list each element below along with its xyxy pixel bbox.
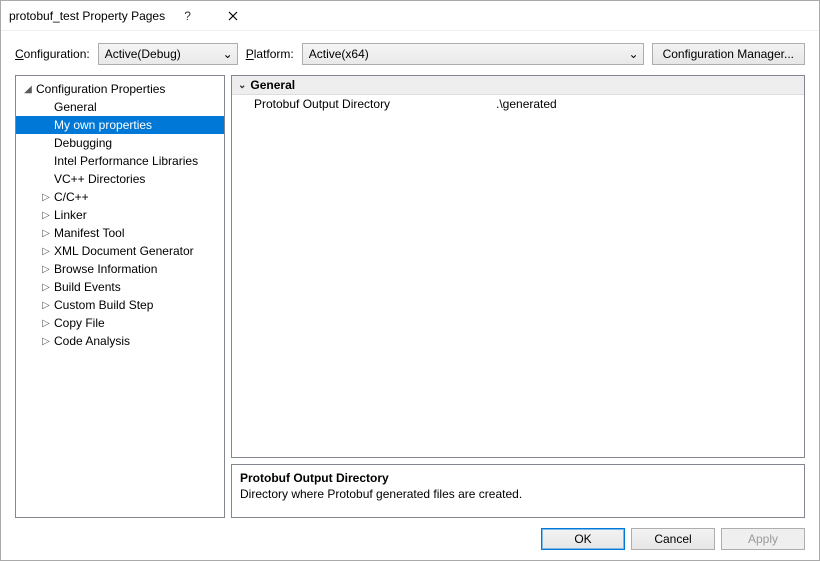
close-button[interactable]: [210, 1, 255, 31]
tree-item-debugging[interactable]: Debugging: [16, 134, 224, 152]
tree-item-my-own-properties[interactable]: My own properties: [16, 116, 224, 134]
property-row[interactable]: Protobuf Output Directory .\generated: [232, 95, 804, 113]
expander-icon[interactable]: ▷: [40, 282, 52, 293]
tree-item-label: Copy File: [54, 316, 105, 330]
chevron-down-icon: ⌄: [238, 80, 246, 91]
tree-item-vc-dirs[interactable]: VC++ Directories: [16, 170, 224, 188]
property-group-label: General: [250, 78, 295, 92]
tree-item-label: General: [54, 100, 97, 114]
configuration-combo[interactable]: Active(Debug) ⌄: [98, 43, 238, 65]
help-button[interactable]: ?: [165, 1, 210, 31]
tree-item-label: Custom Build Step: [54, 298, 153, 312]
configuration-label: Configuration:: [15, 47, 90, 61]
dialog-buttons: OK Cancel Apply: [15, 528, 805, 550]
configuration-manager-button[interactable]: Configuration Manager...: [652, 43, 805, 65]
platform-value: Active(x64): [309, 47, 369, 61]
tree-root-label: Configuration Properties: [36, 82, 165, 96]
expander-icon[interactable]: ▷: [40, 264, 52, 275]
tree-item-browse[interactable]: ▷Browse Information: [16, 260, 224, 278]
cancel-button[interactable]: Cancel: [631, 528, 715, 550]
tree-item-build-events[interactable]: ▷Build Events: [16, 278, 224, 296]
tree-item-label: Build Events: [54, 280, 121, 294]
tree-item-linker[interactable]: ▷Linker: [16, 206, 224, 224]
tree-item-label: Manifest Tool: [54, 226, 124, 240]
description-pane: Protobuf Output Directory Directory wher…: [231, 464, 805, 518]
platform-combo[interactable]: Active(x64) ⌄: [302, 43, 644, 65]
tree-item-label: Browse Information: [54, 262, 157, 276]
expander-icon[interactable]: ◢: [22, 84, 34, 95]
tree-item-copy-file[interactable]: ▷Copy File: [16, 314, 224, 332]
tree-item-intel-libs[interactable]: Intel Performance Libraries: [16, 152, 224, 170]
tree-item-label: Linker: [54, 208, 87, 222]
expander-icon[interactable]: ▷: [40, 228, 52, 239]
chevron-down-icon: ⌄: [629, 47, 639, 61]
tree-item-xmldoc[interactable]: ▷XML Document Generator: [16, 242, 224, 260]
tree-item-label: Debugging: [54, 136, 112, 150]
titlebar: protobuf_test Property Pages ?: [1, 1, 819, 31]
tree-root-item[interactable]: ◢ Configuration Properties: [16, 80, 224, 98]
tree-item-label: Intel Performance Libraries: [54, 154, 198, 168]
property-grid: ⌄ General Protobuf Output Directory .\ge…: [231, 75, 805, 458]
tree-item-label: VC++ Directories: [54, 172, 145, 186]
close-icon: [228, 11, 238, 21]
expander-icon[interactable]: ▷: [40, 336, 52, 347]
platform-label: Platform:: [246, 47, 294, 61]
config-toolbar: Configuration: Active(Debug) ⌄ Platform:…: [15, 43, 805, 65]
expander-icon[interactable]: ▷: [40, 210, 52, 221]
tree-item-custom-build[interactable]: ▷Custom Build Step: [16, 296, 224, 314]
property-group-header[interactable]: ⌄ General: [232, 76, 804, 95]
tree-item-manifest[interactable]: ▷Manifest Tool: [16, 224, 224, 242]
expander-icon[interactable]: ▷: [40, 300, 52, 311]
chevron-down-icon: ⌄: [223, 47, 233, 61]
tree-item-label: My own properties: [54, 118, 152, 132]
expander-icon[interactable]: ▷: [40, 246, 52, 257]
expander-icon[interactable]: ▷: [40, 318, 52, 329]
tree-item-label: XML Document Generator: [54, 244, 194, 258]
tree-pane: ◢ Configuration Properties General My ow…: [15, 75, 225, 518]
description-title: Protobuf Output Directory: [240, 471, 796, 485]
configuration-value: Active(Debug): [105, 47, 181, 61]
property-value[interactable]: .\generated: [492, 97, 804, 111]
window-title: protobuf_test Property Pages: [9, 9, 165, 23]
tree-item-label: C/C++: [54, 190, 89, 204]
expander-icon[interactable]: ▷: [40, 192, 52, 203]
tree-item-code-analysis[interactable]: ▷Code Analysis: [16, 332, 224, 350]
ok-button[interactable]: OK: [541, 528, 625, 550]
tree-item-label: Code Analysis: [54, 334, 130, 348]
description-text: Directory where Protobuf generated files…: [240, 487, 796, 501]
apply-button: Apply: [721, 528, 805, 550]
property-name: Protobuf Output Directory: [232, 97, 492, 111]
tree-item-ccpp[interactable]: ▷C/C++: [16, 188, 224, 206]
tree-item-general[interactable]: General: [16, 98, 224, 116]
